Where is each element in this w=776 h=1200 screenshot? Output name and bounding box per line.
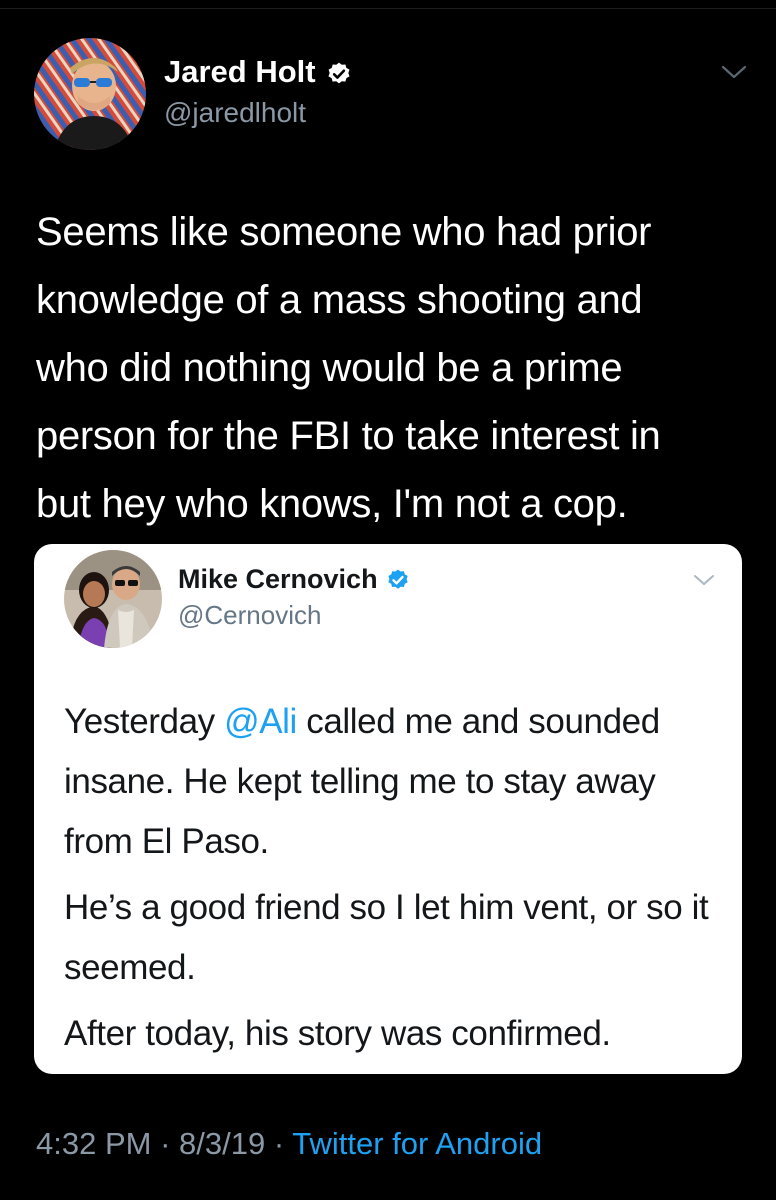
quoted-paragraph: Yesterday @Ali called me and sounded ins… <box>64 692 724 872</box>
tweet-text-line: who did nothing would be a prime <box>36 346 623 390</box>
quoted-author-avatar[interactable] <box>64 550 162 648</box>
quoted-text-segment: Yesterday <box>64 702 225 741</box>
profile-photo-icon <box>64 550 162 648</box>
tweet-time: 4:32 PM <box>36 1126 152 1161</box>
verified-badge-icon <box>386 568 410 592</box>
tweet-metadata: 4:32 PM · 8/3/19 · Twitter for Android <box>36 1126 542 1162</box>
tweet-text-line: but hey who knows, I'm not a cop. <box>36 482 628 526</box>
author-avatar[interactable] <box>34 38 146 150</box>
profile-photo-icon <box>34 38 146 150</box>
chevron-down-icon[interactable] <box>692 572 716 588</box>
top-divider <box>0 8 776 9</box>
verified-badge-icon <box>326 59 352 85</box>
quoted-paragraph: He’s a good friend so I let him vent, or… <box>64 888 709 987</box>
tweet-date: 8/3/19 <box>179 1126 266 1161</box>
metadata-separator: · <box>273 1126 285 1161</box>
tweet-text-line: knowledge of a mass shooting and <box>36 278 643 322</box>
quoted-author-name-text: Mike Cernovich <box>178 564 378 594</box>
metadata-separator: · <box>160 1126 171 1161</box>
mention-link[interactable]: @Ali <box>224 702 297 741</box>
quoted-author-handle[interactable]: @Cernovich <box>178 600 321 631</box>
tweet-text-line: person for the FBI to take interest in <box>36 414 661 458</box>
chevron-down-icon[interactable] <box>720 62 748 82</box>
tweet-text: Seems like someone who had prior knowled… <box>36 198 756 538</box>
quoted-author-name[interactable]: Mike Cernovich <box>178 564 410 595</box>
quoted-paragraph: After today, his story was confirmed. <box>64 1014 611 1053</box>
author-handle[interactable]: @jaredlholt <box>164 97 306 129</box>
quoted-tweet-card[interactable]: Mike Cernovich @Cernovich Yesterday @Ali… <box>34 544 742 1074</box>
author-name-text: Jared Holt <box>164 54 316 89</box>
quoted-tweet-text: Yesterday @Ali called me and sounded ins… <box>64 692 724 1070</box>
author-name[interactable]: Jared Holt <box>164 54 352 90</box>
tweet-text-line: Seems like someone who had prior <box>36 210 652 254</box>
tweet-source-link[interactable]: Twitter for Android <box>292 1126 542 1161</box>
